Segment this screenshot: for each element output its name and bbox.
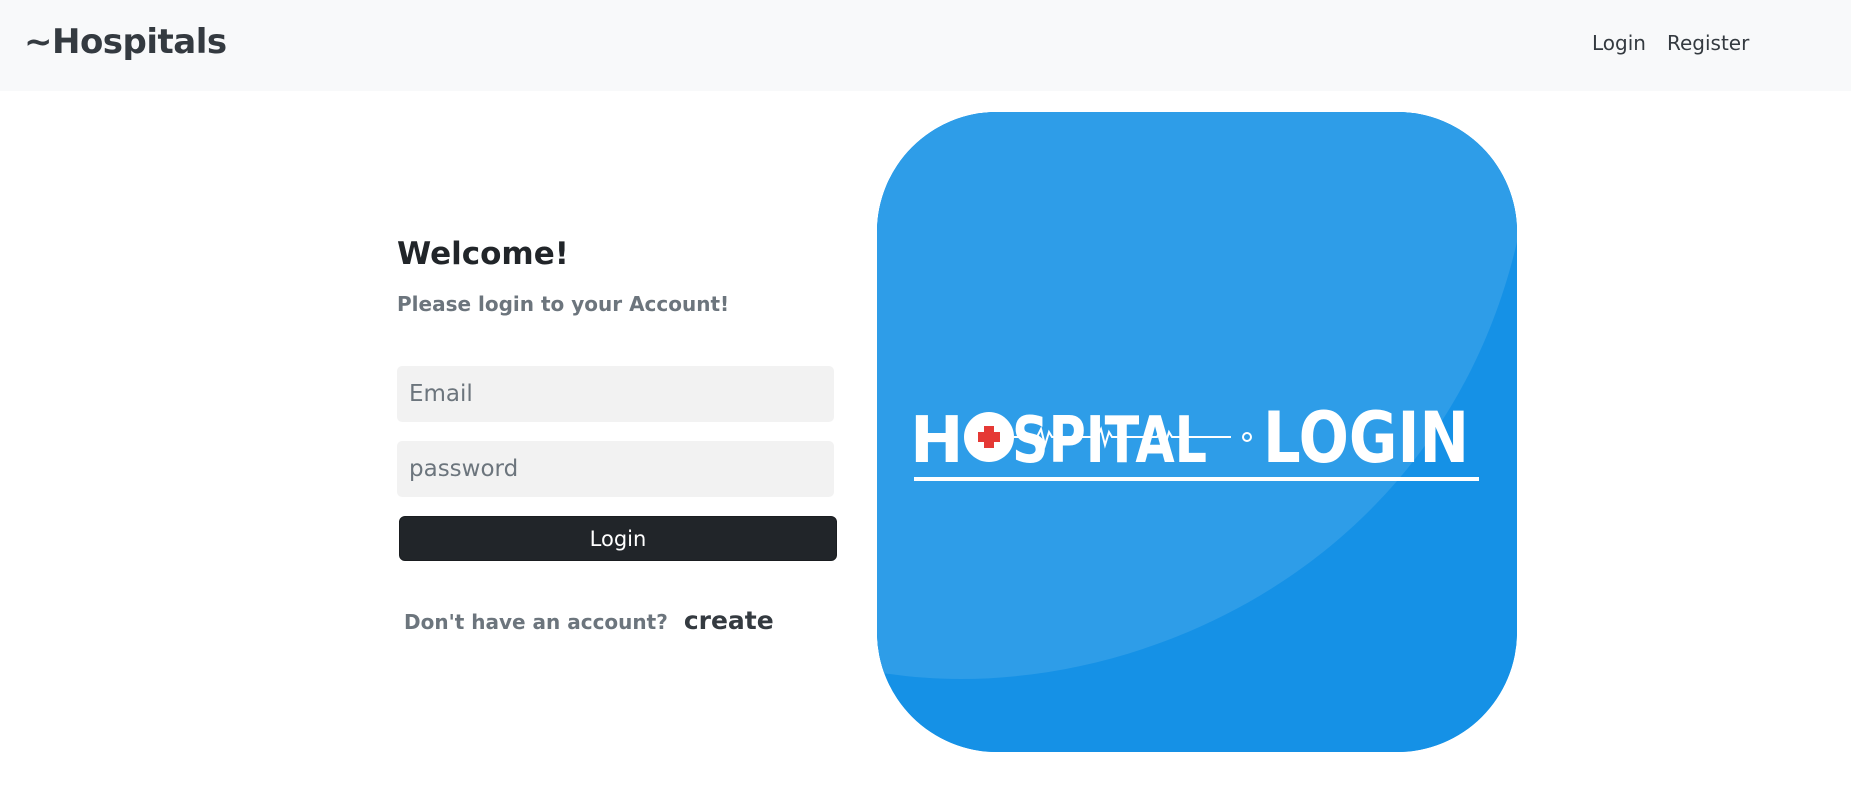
- hospital-login-illustration: H SPITAL LOGIN: [877, 112, 1517, 752]
- hospital-login-image: H SPITAL LOGIN: [877, 112, 1517, 752]
- logo-underline: [914, 477, 1479, 481]
- create-account-link[interactable]: create: [684, 606, 774, 635]
- logo-text-spital: SPITAL: [1012, 404, 1207, 478]
- email-input[interactable]: [397, 366, 834, 422]
- welcome-heading: Welcome!: [397, 236, 569, 272]
- nav-register-link[interactable]: Register: [1667, 31, 1749, 55]
- logo-text-login: LOGIN: [1263, 397, 1469, 479]
- login-button[interactable]: Login: [399, 516, 837, 561]
- nav-links: Login Register: [1592, 31, 1749, 55]
- password-input[interactable]: [397, 441, 834, 497]
- login-subtitle: Please login to your Account!: [397, 292, 730, 316]
- brand-logo[interactable]: ~Hospitals: [24, 22, 227, 62]
- signup-prompt: Don't have an account?: [404, 610, 668, 634]
- signup-row: Don't have an account? create: [404, 606, 774, 635]
- login-form: Welcome! Please login to your Account! L…: [397, 236, 837, 635]
- nav-login-link[interactable]: Login: [1592, 31, 1646, 55]
- logo-letter-h: H: [910, 404, 964, 478]
- navbar: ~Hospitals Login Register: [0, 0, 1851, 91]
- medical-cross-icon: [964, 412, 1014, 462]
